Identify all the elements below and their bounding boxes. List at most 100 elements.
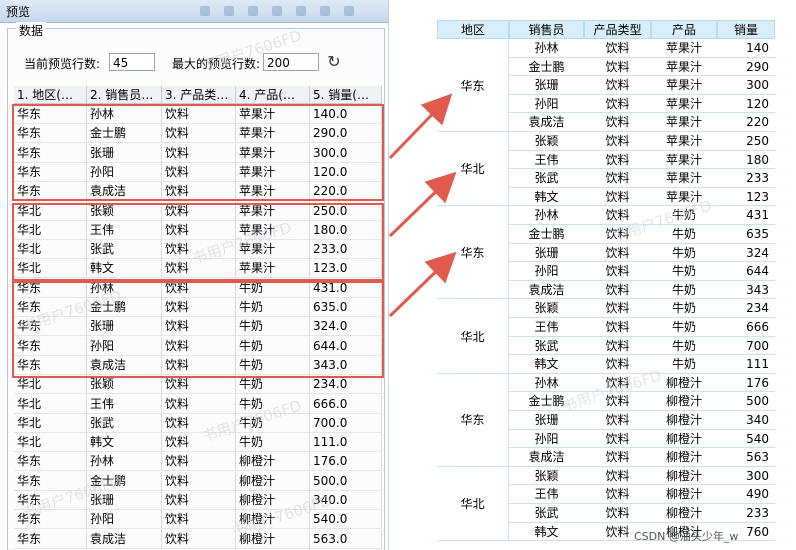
toolbar-icon[interactable]	[200, 6, 210, 16]
current-rows-input[interactable]: 45	[109, 53, 155, 71]
report-cell: 111	[717, 355, 775, 374]
table-row[interactable]: 华东 孙阳 饮料 苹果汁 120.0	[14, 162, 384, 182]
report-cell: 饮料	[584, 151, 651, 170]
report-cell: 苹果汁	[651, 95, 717, 114]
column-header[interactable]: 5. 销量(…	[310, 86, 382, 104]
table-cell: 饮料	[162, 201, 236, 221]
table-cell: 张武	[87, 240, 162, 260]
report-cell: 孙林	[509, 206, 584, 225]
table-row[interactable]: 华北 张武 饮料 牛奶 700.0	[14, 413, 384, 433]
table-row[interactable]: 华东 金士鹏 饮料 苹果汁 290.0	[14, 124, 384, 144]
report-cell: 324	[717, 244, 775, 263]
table-cell: 华北	[14, 201, 87, 221]
table-row[interactable]: 华东 张珊 饮料 苹果汁 300.0	[14, 143, 384, 163]
table-row[interactable]: 华北 张颖 饮料 苹果汁 250.0	[14, 201, 384, 221]
table-cell: 华东	[14, 162, 87, 182]
table-cell: 苹果汁	[236, 143, 310, 163]
table-cell: 韩文	[87, 259, 162, 279]
report-cell: 孙林	[509, 374, 584, 393]
report-cell: 饮料	[584, 169, 651, 188]
table-cell: 牛奶	[236, 278, 310, 298]
panel-title: 数据	[16, 22, 47, 39]
refresh-icon[interactable]: ↻	[324, 52, 344, 72]
table-cell: 牛奶	[236, 317, 310, 337]
table-cell: 孙林	[87, 105, 162, 124]
report-cell: 644	[717, 262, 775, 281]
report-cell: 500	[717, 392, 775, 411]
report-cell: 饮料	[584, 39, 651, 58]
max-rows-input[interactable]: 200	[263, 53, 319, 71]
report-cell: 苹果汁	[651, 76, 717, 95]
report-cell: 666	[717, 318, 775, 337]
report-cell: 牛奶	[651, 337, 717, 356]
table-row[interactable]: 华东 孙林 饮料 苹果汁 140.0	[14, 105, 384, 124]
table-row[interactable]: 华东 孙阳 饮料 柳橙汁 540.0	[14, 510, 384, 530]
report-cell: 牛奶	[651, 281, 717, 300]
table-cell: 饮料	[162, 317, 236, 337]
column-header[interactable]: 3. 产品类…	[162, 86, 236, 104]
report-cell: 牛奶	[651, 318, 717, 337]
column-header[interactable]: 4. 产品(…	[236, 86, 310, 104]
table-cell: 孙阳	[87, 510, 162, 530]
report-cell: 金士鹏	[509, 58, 584, 77]
table-row[interactable]: 华东 孙林 饮料 柳橙汁 176.0	[14, 452, 384, 472]
table-cell: 饮料	[162, 143, 236, 163]
report-cell: 120	[717, 95, 775, 114]
column-header[interactable]: 1. 地区(…	[14, 86, 87, 104]
table-cell: 饮料	[162, 394, 236, 414]
table-row[interactable]: 华东 孙阳 饮料 牛奶 644.0	[14, 336, 384, 356]
table-row[interactable]: 华东 袁成洁 饮料 苹果汁 220.0	[14, 182, 384, 202]
table-row[interactable]: 华北 张颖 饮料 牛奶 234.0	[14, 375, 384, 395]
table-cell: 饮料	[162, 182, 236, 202]
toolbar-icon[interactable]	[344, 6, 354, 16]
report-cell: 123	[717, 188, 775, 207]
table-row[interactable]: 华北 韩文 饮料 牛奶 111.0	[14, 433, 384, 453]
region-group-cell: 华东	[437, 373, 509, 467]
table-cell: 王伟	[87, 220, 162, 240]
table-cell: 324.0	[310, 317, 382, 337]
report-cell: 王伟	[509, 151, 584, 170]
table-cell: 柳橙汁	[236, 452, 310, 472]
report-cell: 张武	[509, 337, 584, 356]
table-cell: 饮料	[162, 471, 236, 491]
table-cell: 饮料	[162, 491, 236, 510]
table-row[interactable]: 华东 袁成洁 饮料 柳橙汁 563.0	[14, 529, 384, 549]
table-cell: 袁成洁	[87, 182, 162, 202]
table-cell: 苹果汁	[236, 105, 310, 124]
table-row[interactable]: 华东 袁成洁 饮料 牛奶 343.0	[14, 355, 384, 375]
report-cell: 340	[717, 411, 775, 430]
table-cell: 华北	[14, 259, 87, 279]
report-cell: 220	[717, 113, 775, 132]
table-cell: 123.0	[310, 259, 382, 279]
region-group-cell: 华东	[437, 39, 509, 132]
report-cell: 饮料	[584, 244, 651, 263]
report-header: 产品类型	[584, 20, 651, 39]
report-header: 地区	[437, 20, 509, 39]
table-cell: 牛奶	[236, 375, 310, 395]
table-cell: 饮料	[162, 452, 236, 472]
table-cell: 431.0	[310, 278, 382, 298]
column-header[interactable]: 2. 销售员…	[87, 86, 162, 104]
table-row[interactable]: 华东 孙林 饮料 牛奶 431.0	[14, 278, 384, 298]
table-cell: 250.0	[310, 201, 382, 221]
table-row[interactable]: 华北 王伟 饮料 牛奶 666.0	[14, 394, 384, 414]
table-cell: 111.0	[310, 433, 382, 453]
table-row[interactable]: 华北 王伟 饮料 苹果汁 180.0	[14, 220, 384, 240]
table-cell: 袁成洁	[87, 355, 162, 375]
table-cell: 华东	[14, 336, 87, 356]
report-cell: 苹果汁	[651, 113, 717, 132]
report-cell: 431	[717, 206, 775, 225]
toolbar-icon[interactable]	[320, 6, 330, 16]
toolbar-icon[interactable]	[248, 6, 258, 16]
report-cell: 苹果汁	[651, 39, 717, 58]
toolbar-icon[interactable]	[296, 6, 306, 16]
table-cell: 343.0	[310, 355, 382, 375]
toolbar-icon[interactable]	[224, 6, 234, 16]
toolbar-icon[interactable]	[272, 6, 282, 16]
report-cell: 柳橙汁	[651, 392, 717, 411]
report-cell: 牛奶	[651, 262, 717, 281]
report-cell: 234	[717, 299, 775, 318]
table-cell: 金士鹏	[87, 124, 162, 144]
window-title: 预览	[6, 5, 31, 19]
report-cell: 饮料	[584, 299, 651, 318]
